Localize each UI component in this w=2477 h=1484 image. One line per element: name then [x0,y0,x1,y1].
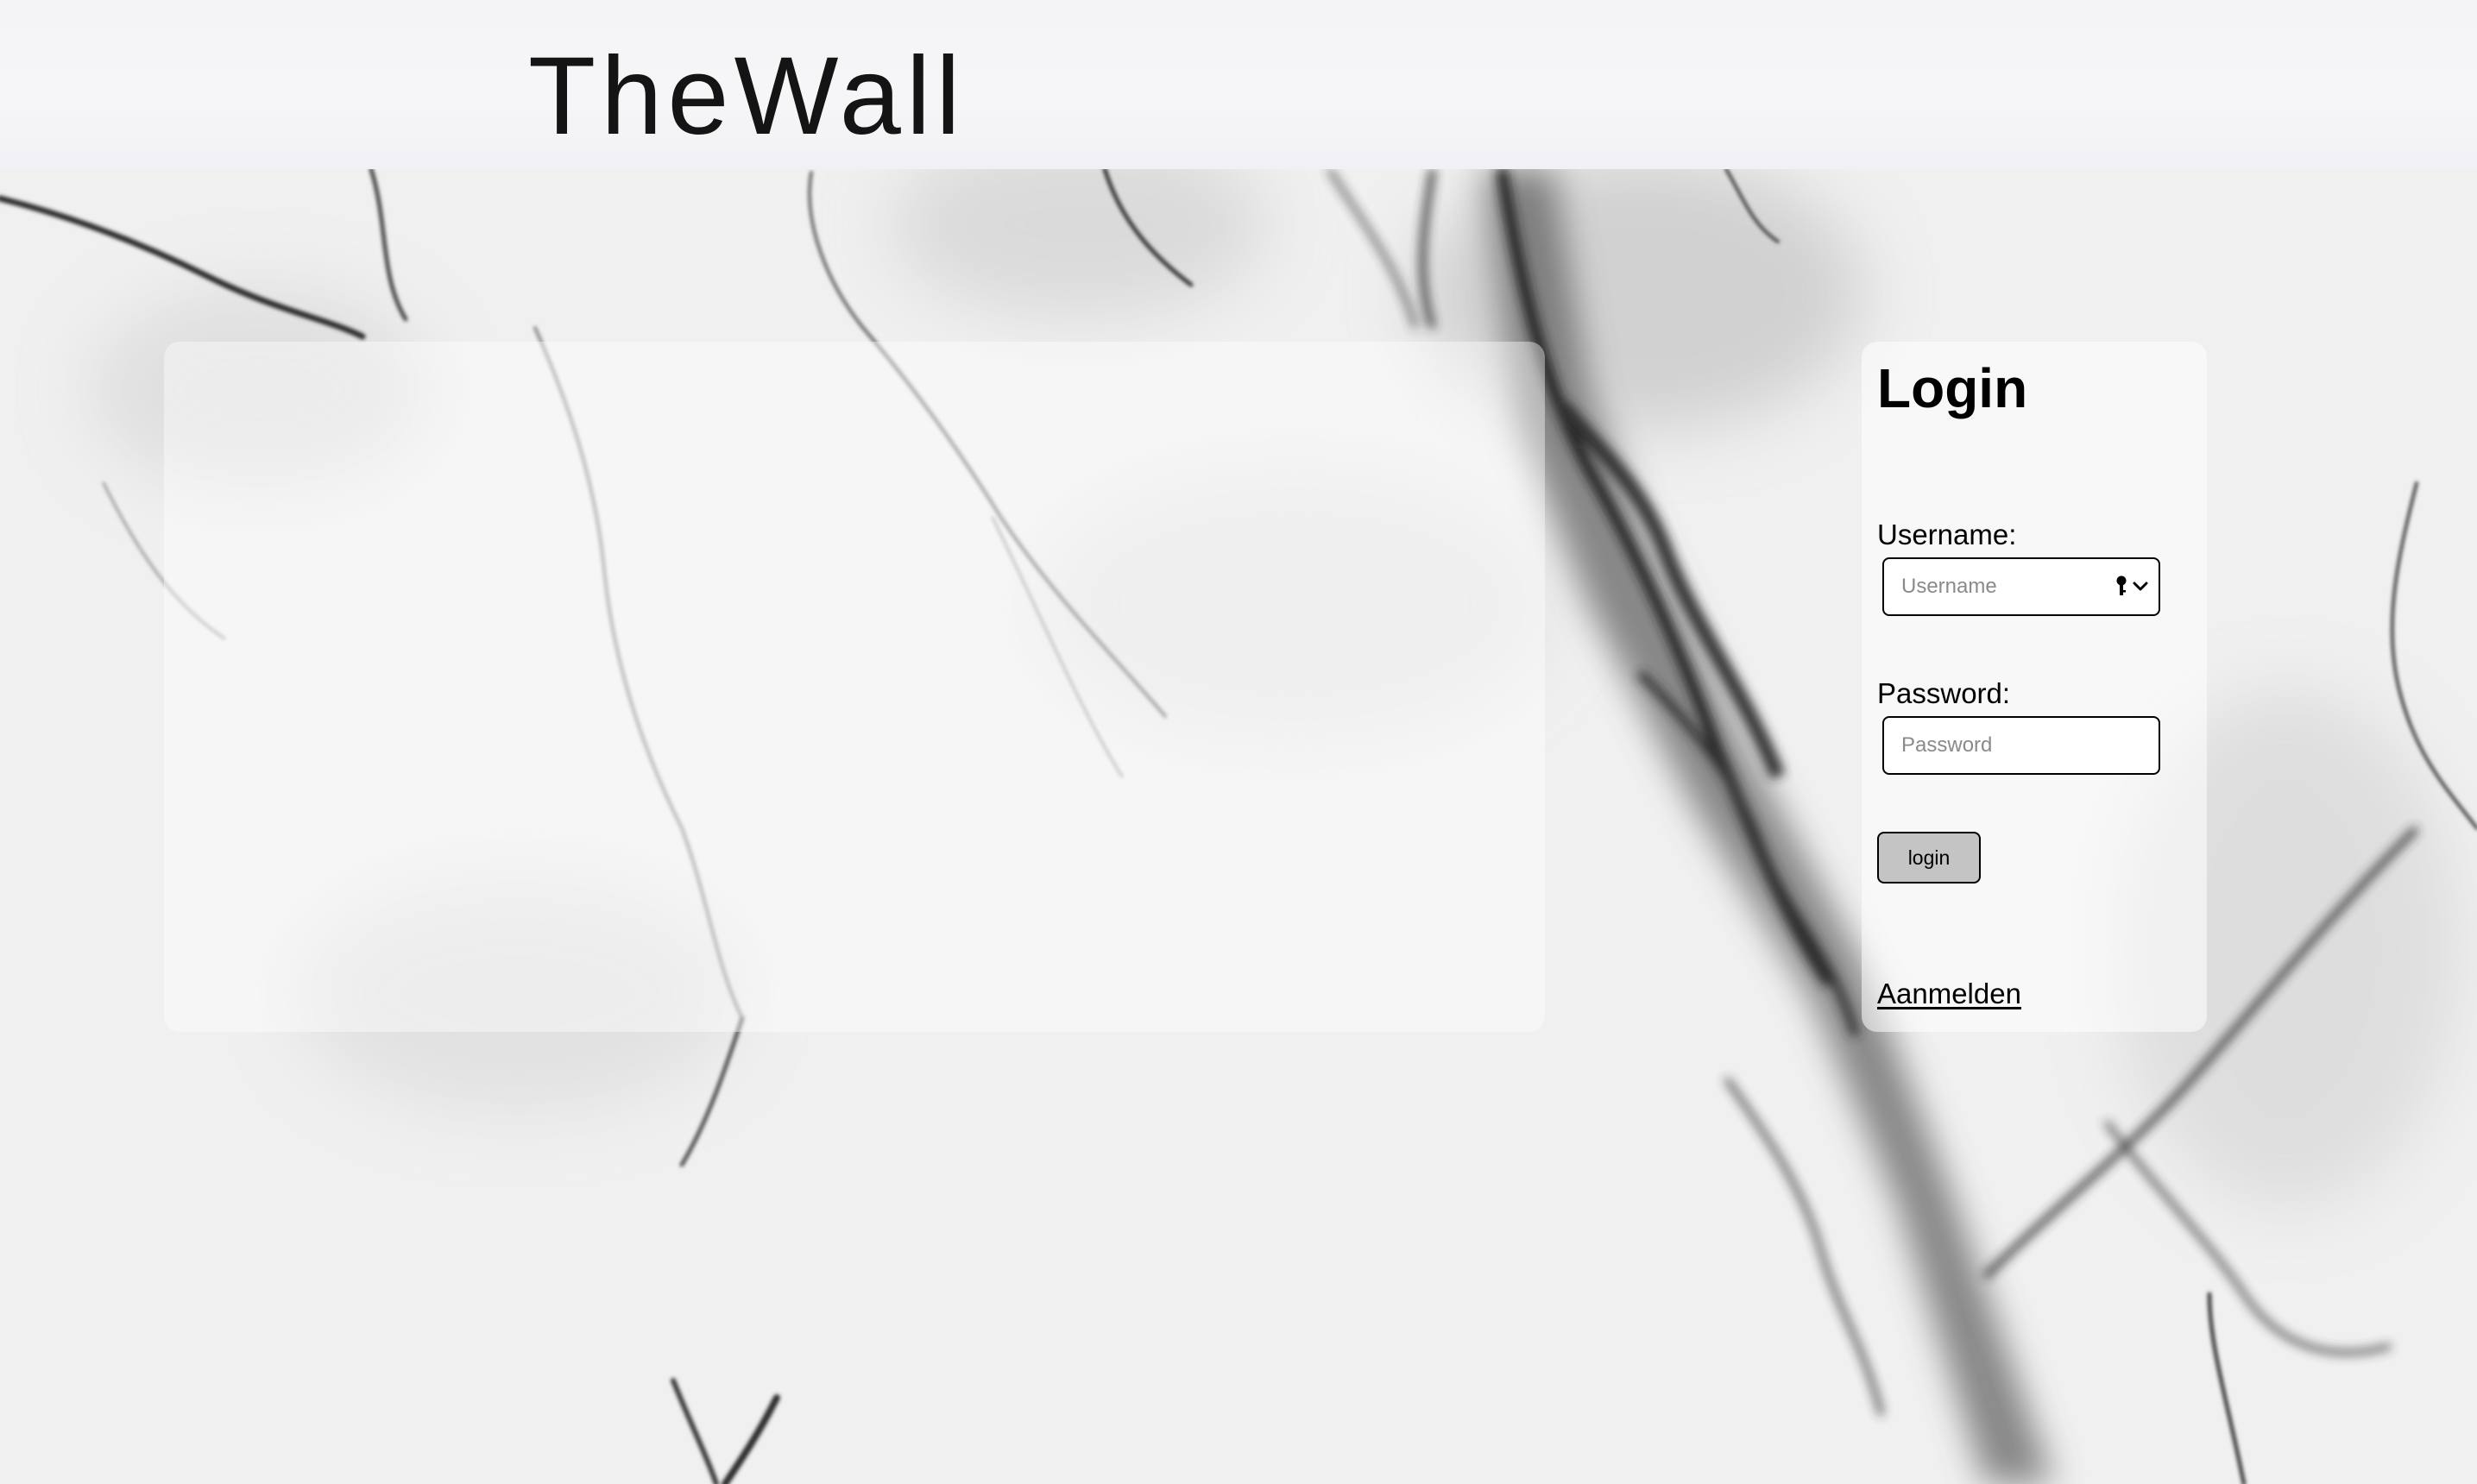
login-heading: Login [1877,357,2028,419]
key-dropdown-icon[interactable] [2114,571,2152,602]
register-link[interactable]: Aanmelden [1877,977,2021,1011]
site-header: TheWall [0,0,2477,169]
login-panel: Login Username: Password: login Aanmelde… [1862,342,2207,1032]
content-panel [164,342,1545,1032]
chevron-down-icon [2133,582,2148,591]
login-button[interactable]: login [1877,832,1981,883]
site-title: TheWall [528,35,966,158]
password-input[interactable] [1882,716,2160,775]
key-icon [2116,575,2127,595]
username-label: Username: [1877,519,2017,550]
password-label: Password: [1877,677,2011,709]
